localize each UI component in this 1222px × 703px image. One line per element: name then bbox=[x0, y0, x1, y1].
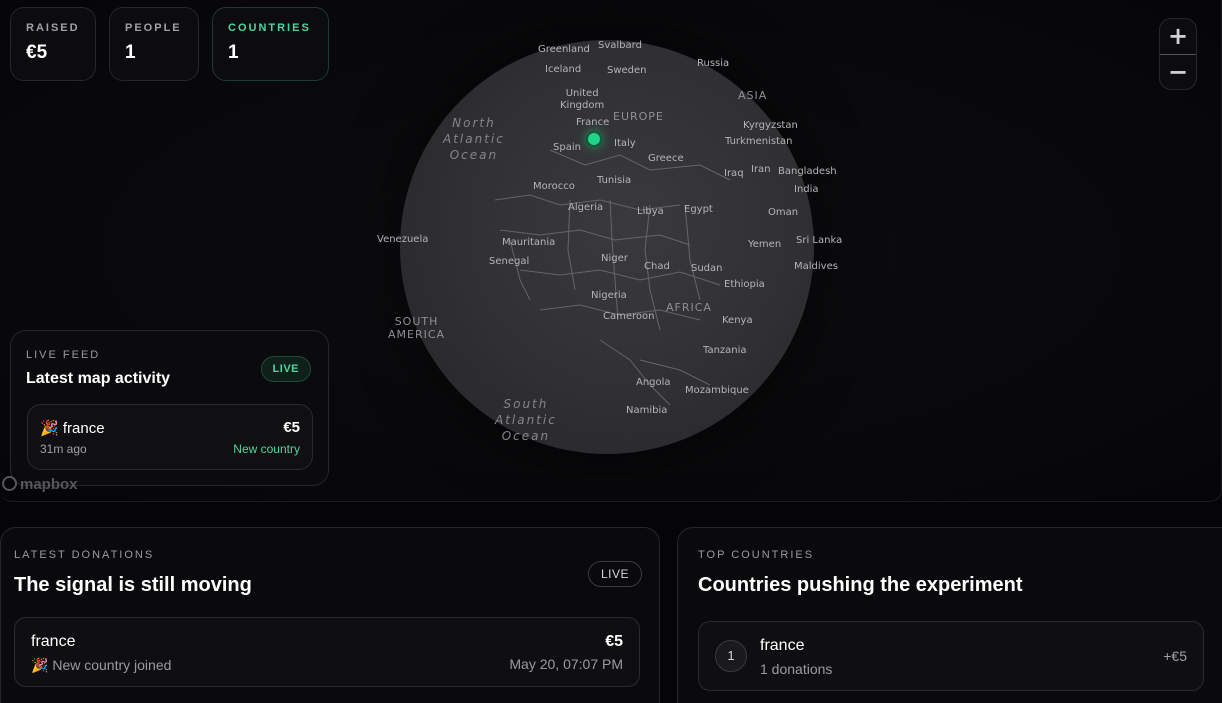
feed-item-country: france bbox=[62, 420, 105, 437]
stat-people-label: PEOPLE bbox=[125, 22, 182, 34]
map-label-europe: EUROPE bbox=[613, 110, 664, 123]
map-label-africa: AFRICA bbox=[666, 301, 712, 314]
map-panel[interactable]: Greenland Svalbard Iceland Sweden Russia… bbox=[0, 0, 1222, 502]
map-label-iraq: Iraq bbox=[724, 168, 744, 179]
map-label-kenya: Kenya bbox=[722, 315, 753, 326]
map-label-egypt: Egypt bbox=[684, 204, 713, 215]
top-countries-title: Countries pushing the experiment bbox=[698, 574, 1023, 596]
country-donation-count: 1 donations bbox=[760, 661, 833, 677]
map-label-chad: Chad bbox=[644, 261, 670, 272]
feed-item[interactable]: 🎉 france 31m ago €5 New country bbox=[27, 404, 313, 470]
country-amount: +€5 bbox=[1163, 648, 1187, 664]
map-label-mozambique: Mozambique bbox=[685, 385, 749, 396]
party-popper-icon: 🎉 bbox=[31, 657, 49, 673]
donation-date: May 20, 07:07 PM bbox=[509, 656, 623, 672]
map-label-morocco: Morocco bbox=[533, 181, 575, 192]
map-label-algeria: Algeria bbox=[568, 202, 604, 213]
map-label-yemen: Yemen bbox=[748, 239, 782, 250]
map-label-tunisia: Tunisia bbox=[597, 175, 632, 186]
map-label-france: France bbox=[576, 117, 610, 128]
map-label-ethiopia: Ethiopia bbox=[724, 279, 765, 290]
zoom-control: + − bbox=[1159, 18, 1197, 90]
map-label-oman: Oman bbox=[768, 207, 799, 218]
map-label-india: India bbox=[794, 184, 819, 195]
map-label-spain: Spain bbox=[553, 142, 581, 153]
top-countries-eyebrow: TOP COUNTRIES bbox=[698, 549, 815, 561]
donation-subtitle-text: New country joined bbox=[52, 657, 172, 673]
map-label-italy: Italy bbox=[614, 138, 636, 149]
map-label-south-america: SOUTH AMERICA bbox=[388, 315, 446, 341]
map-label-kyrgyzstan: Kyrgyzstan bbox=[743, 120, 798, 131]
map-label-sri-lanka: Sri Lanka bbox=[796, 235, 843, 246]
live-badge: LIVE bbox=[260, 356, 311, 382]
map-label-mauritania: Mauritania bbox=[502, 237, 556, 248]
stat-raised-value: €5 bbox=[26, 42, 48, 63]
map-label-turkmenistan: Turkmenistan bbox=[725, 136, 793, 147]
map-label-tanzania: Tanzania bbox=[703, 345, 747, 356]
country-rank: 1 bbox=[715, 640, 747, 672]
map-label-angola: Angola bbox=[636, 377, 671, 388]
map-label-iran: Iran bbox=[751, 164, 771, 175]
stat-people-value: 1 bbox=[125, 42, 136, 63]
map-label-bangladesh: Bangladesh bbox=[778, 166, 837, 177]
map-label-russia: Russia bbox=[697, 58, 730, 69]
country-name: france bbox=[760, 637, 805, 654]
mapbox-logo[interactable]: mapbox bbox=[2, 476, 78, 493]
stat-people: PEOPLE 1 bbox=[109, 7, 199, 81]
stat-raised-label: RAISED bbox=[26, 22, 80, 34]
map-label-asia: ASIA bbox=[738, 89, 768, 102]
party-popper-icon: 🎉 bbox=[40, 420, 59, 437]
map-label-nigeria: Nigeria bbox=[591, 290, 627, 301]
latest-donations-live-badge: LIVE bbox=[588, 561, 643, 587]
donation-country: france bbox=[31, 633, 76, 650]
stat-countries-label: COUNTRIES bbox=[228, 22, 311, 34]
feed-item-name-row: 🎉 france bbox=[40, 419, 300, 437]
map-label-maldives: Maldives bbox=[794, 261, 838, 272]
mapbox-wordmark: mapbox bbox=[20, 476, 78, 493]
map-label-north-atlantic: North Atlantic Ocean bbox=[443, 116, 505, 162]
map-label-greenland: Greenland bbox=[538, 44, 590, 55]
map-label-senegal: Senegal bbox=[489, 256, 530, 267]
stat-raised: RAISED €5 bbox=[10, 7, 96, 81]
map-label-united-kingdom: United Kingdom bbox=[560, 88, 605, 111]
zoom-in-button[interactable]: + bbox=[1160, 19, 1196, 54]
map-label-cameroon: Cameroon bbox=[603, 311, 655, 322]
feed-item-amount: €5 bbox=[283, 419, 300, 436]
live-feed-panel: LIVE FEED Latest map activity LIVE 🎉 fra… bbox=[10, 330, 329, 486]
country-row[interactable]: 1 france 1 donations +€5 bbox=[698, 621, 1204, 691]
map-label-iceland: Iceland bbox=[545, 64, 582, 75]
map-label-south-atlantic: South Atlantic Ocean bbox=[495, 397, 557, 443]
mapbox-icon bbox=[2, 476, 17, 491]
latest-donations-card: LATEST DONATIONS The signal is still mov… bbox=[0, 527, 660, 703]
latest-donations-title: The signal is still moving bbox=[14, 574, 252, 596]
map-label-venezuela: Venezuela bbox=[377, 234, 429, 245]
map-label-sweden: Sweden bbox=[607, 65, 647, 76]
donation-amount: €5 bbox=[605, 633, 623, 650]
donation-marker-france[interactable] bbox=[586, 131, 602, 147]
map-label-svalbard: Svalbard bbox=[598, 40, 642, 51]
map-label-sudan: Sudan bbox=[691, 263, 723, 274]
map-label-niger: Niger bbox=[601, 253, 628, 264]
top-countries-card: TOP COUNTRIES Countries pushing the expe… bbox=[677, 527, 1222, 703]
map-label-libya: Libya bbox=[637, 206, 664, 217]
stat-countries: COUNTRIES 1 bbox=[212, 7, 329, 81]
map-label-greece: Greece bbox=[648, 153, 684, 164]
map-label-namibia: Namibia bbox=[626, 405, 668, 416]
zoom-out-button[interactable]: − bbox=[1160, 55, 1196, 90]
feed-item-tag: New country bbox=[233, 442, 300, 456]
donation-row[interactable]: france 🎉 New country joined €5 May 20, 0… bbox=[14, 617, 640, 687]
stat-countries-value: 1 bbox=[228, 42, 239, 63]
latest-donations-eyebrow: LATEST DONATIONS bbox=[14, 549, 155, 561]
